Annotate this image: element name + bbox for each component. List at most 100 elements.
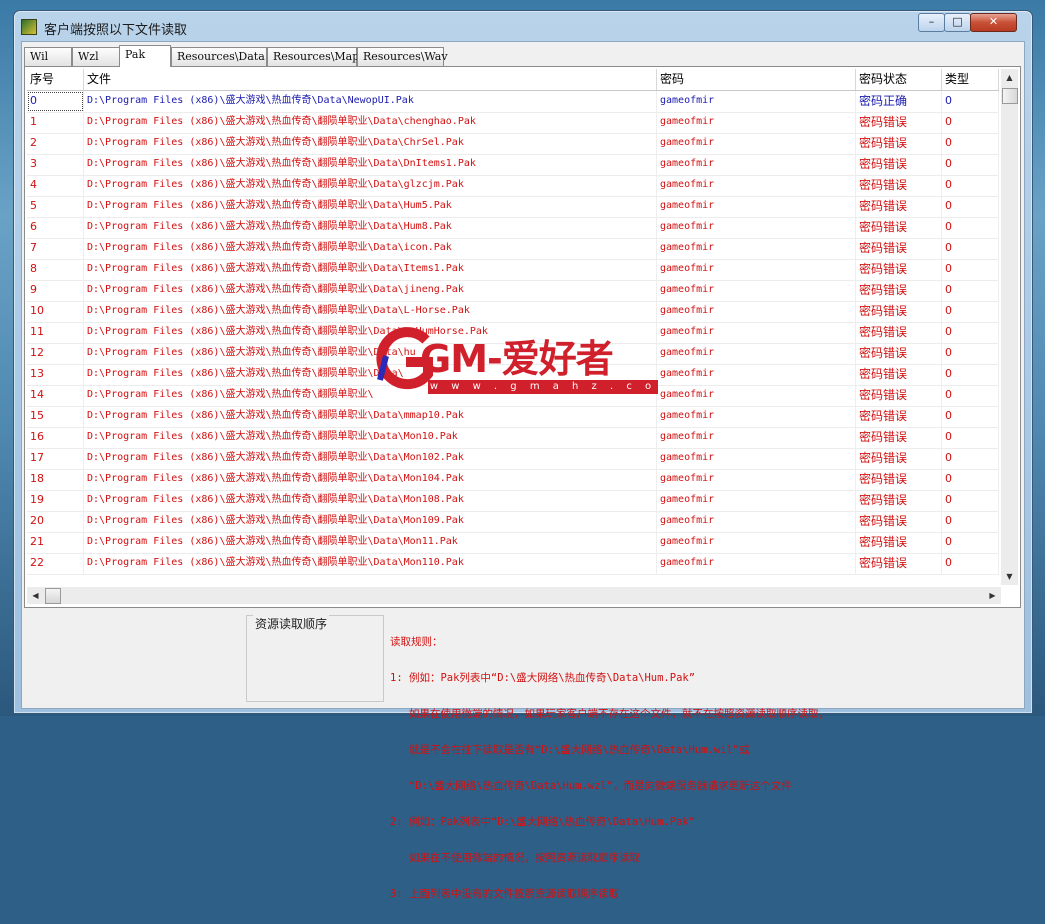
column-header-type[interactable]: 类型 (942, 69, 999, 90)
cell-password: gameofmir (657, 553, 856, 574)
cell-status: 密码错误 (856, 133, 942, 154)
cell-password: gameofmir (657, 238, 856, 259)
cell-index: 16 (27, 427, 84, 448)
column-header-index[interactable]: 序号 (27, 69, 84, 90)
horizontal-scroll-thumb[interactable] (45, 588, 61, 604)
table-row[interactable]: 17 D:\Program Files (x86)\盛大游戏\热血传奇\翻陨单职业… (27, 448, 999, 470)
column-header-status[interactable]: 密码状态 (856, 69, 942, 90)
table-row[interactable]: 15 D:\Program Files (x86)\盛大游戏\热血传奇\翻陨单职业… (27, 406, 999, 428)
scroll-up-icon[interactable]: ▲ (1001, 69, 1018, 86)
cell-password: gameofmir (657, 175, 856, 196)
table-row[interactable]: 19 D:\Program Files (x86)\盛大游戏\热血传奇\翻陨单职业… (27, 490, 999, 512)
cell-type: 0 (942, 217, 999, 238)
cell-type: 0 (942, 322, 999, 343)
cell-index: 8 (27, 259, 84, 280)
table-row[interactable]: 0 D:\Program Files (x86)\盛大游戏\热血传奇\Data\N… (27, 91, 999, 113)
cell-file: D:\Program Files (x86)\盛大游戏\热血传奇\翻陨单职业\D… (84, 154, 657, 175)
table-row[interactable]: 22 D:\Program Files (x86)\盛大游戏\热血传奇\翻陨单职业… (27, 553, 999, 575)
cell-file: D:\Program Files (x86)\盛大游戏\热血传奇\翻陨单职业\D… (84, 406, 657, 427)
horizontal-scrollbar[interactable]: ◀ ▶ (27, 587, 1001, 604)
rules-line: 3: 上面列表中没有的文件按照资源读取顺序读取 (390, 888, 619, 900)
rules-line: 就是不会在往下读取是否有“D:\盛大网络\热血传奇\Data\Hum.wil”或 (390, 744, 750, 756)
cell-file: D:\Program Files (x86)\盛大游戏\热血传奇\翻陨单职业\D… (84, 448, 657, 469)
cell-password: gameofmir (657, 448, 856, 469)
scroll-down-icon[interactable]: ▼ (1001, 568, 1018, 585)
tab-pak[interactable]: Pak (119, 45, 171, 67)
cell-password: gameofmir (657, 112, 856, 133)
cell-index: 15 (27, 406, 84, 427)
tab-wzl[interactable]: Wzl (72, 47, 120, 66)
cell-index: 9 (27, 280, 84, 301)
cell-status: 密码错误 (856, 217, 942, 238)
cell-file: D:\Program Files (x86)\盛大游戏\热血传奇\Data\Ne… (84, 91, 657, 112)
cell-password: gameofmir (657, 280, 856, 301)
vertical-scroll-thumb[interactable] (1002, 88, 1018, 104)
cell-password: gameofmir (657, 406, 856, 427)
table-row[interactable]: 21 D:\Program Files (x86)\盛大游戏\热血传奇\翻陨单职业… (27, 532, 999, 554)
watermark-logo: GM-爱好者 w w w . g m a h z . c o m (376, 326, 660, 406)
maximize-button[interactable]: □ (944, 13, 971, 32)
table-row[interactable]: 6 D:\Program Files (x86)\盛大游戏\热血传奇\翻陨单职业\… (27, 217, 999, 239)
watermark-brand: GM-爱好者 (420, 337, 614, 381)
table-row[interactable]: 8 D:\Program Files (x86)\盛大游戏\热血传奇\翻陨单职业\… (27, 259, 999, 281)
table-row[interactable]: 20 D:\Program Files (x86)\盛大游戏\热血传奇\翻陨单职业… (27, 511, 999, 533)
cell-password: gameofmir (657, 364, 856, 385)
table-row[interactable]: 4 D:\Program Files (x86)\盛大游戏\热血传奇\翻陨单职业\… (27, 175, 999, 197)
title-bar[interactable]: 客户端按照以下文件读取 – □ ✕ (14, 11, 1032, 41)
cell-type: 0 (942, 427, 999, 448)
tab-wil[interactable]: Wil (24, 47, 72, 66)
rules-line: 1: 例如：Pak列表中“D:\盛大网络\热血传奇\Data\Hum.Pak” (390, 672, 696, 684)
scroll-right-icon[interactable]: ▶ (984, 587, 1001, 604)
cell-type: 0 (942, 385, 999, 406)
cell-password: gameofmir (657, 259, 856, 280)
table-row[interactable]: 5 D:\Program Files (x86)\盛大游戏\热血传奇\翻陨单职业\… (27, 196, 999, 218)
table-row[interactable]: 18 D:\Program Files (x86)\盛大游戏\热血传奇\翻陨单职业… (27, 469, 999, 491)
table-row[interactable]: 3 D:\Program Files (x86)\盛大游戏\热血传奇\翻陨单职业\… (27, 154, 999, 176)
cell-index: 17 (27, 448, 84, 469)
table-row[interactable]: 9 D:\Program Files (x86)\盛大游戏\热血传奇\翻陨单职业\… (27, 280, 999, 302)
cell-type: 0 (942, 112, 999, 133)
cell-password: gameofmir (657, 154, 856, 175)
cell-file: D:\Program Files (x86)\盛大游戏\热血传奇\翻陨单职业\D… (84, 532, 657, 553)
cell-status: 密码错误 (856, 406, 942, 427)
cell-status: 密码错误 (856, 448, 942, 469)
table-header: 序号 文件 密码 密码状态 类型 (27, 69, 999, 91)
cell-password: gameofmir (657, 469, 856, 490)
cell-type: 0 (942, 301, 999, 322)
cell-file: D:\Program Files (x86)\盛大游戏\热血传奇\翻陨单职业\D… (84, 238, 657, 259)
cell-file: D:\Program Files (x86)\盛大游戏\热血传奇\翻陨单职业\D… (84, 280, 657, 301)
cell-file: D:\Program Files (x86)\盛大游戏\热血传奇\翻陨单职业\D… (84, 112, 657, 133)
cell-status: 密码错误 (856, 490, 942, 511)
table-row[interactable]: 1 D:\Program Files (x86)\盛大游戏\热血传奇\翻陨单职业\… (27, 112, 999, 134)
cell-status: 密码错误 (856, 364, 942, 385)
table-row[interactable]: 10 D:\Program Files (x86)\盛大游戏\热血传奇\翻陨单职业… (27, 301, 999, 323)
cell-index: 10 (27, 301, 84, 322)
tab-resources-data[interactable]: Resources\Data (171, 47, 267, 66)
column-header-password[interactable]: 密码 (657, 69, 856, 90)
cell-index: 0 (27, 91, 84, 112)
cell-file: D:\Program Files (x86)\盛大游戏\热血传奇\翻陨单职业\D… (84, 469, 657, 490)
cell-type: 0 (942, 490, 999, 511)
tab-resources-wav[interactable]: Resources\Wav (357, 47, 448, 66)
cell-index: 1 (27, 112, 84, 133)
minimize-button[interactable]: – (918, 13, 945, 32)
table-row[interactable]: 2 D:\Program Files (x86)\盛大游戏\热血传奇\翻陨单职业\… (27, 133, 999, 155)
table-row[interactable]: 7 D:\Program Files (x86)\盛大游戏\热血传奇\翻陨单职业\… (27, 238, 999, 260)
tab-resources-map[interactable]: Resources\Map (267, 47, 359, 66)
cell-type: 0 (942, 175, 999, 196)
cell-type: 0 (942, 532, 999, 553)
cell-status: 密码错误 (856, 343, 942, 364)
cell-password: gameofmir (657, 532, 856, 553)
cell-index: 18 (27, 469, 84, 490)
cell-status: 密码错误 (856, 385, 942, 406)
cell-status: 密码错误 (856, 322, 942, 343)
cell-status: 密码错误 (856, 532, 942, 553)
column-header-file[interactable]: 文件 (84, 69, 657, 90)
cell-file: D:\Program Files (x86)\盛大游戏\热血传奇\翻陨单职业\D… (84, 490, 657, 511)
vertical-scrollbar[interactable]: ▲ ▼ (1001, 69, 1018, 585)
cell-status: 密码错误 (856, 301, 942, 322)
cell-index: 7 (27, 238, 84, 259)
table-row[interactable]: 16 D:\Program Files (x86)\盛大游戏\热血传奇\翻陨单职业… (27, 427, 999, 449)
close-button[interactable]: ✕ (970, 13, 1017, 32)
scroll-left-icon[interactable]: ◀ (27, 587, 44, 604)
